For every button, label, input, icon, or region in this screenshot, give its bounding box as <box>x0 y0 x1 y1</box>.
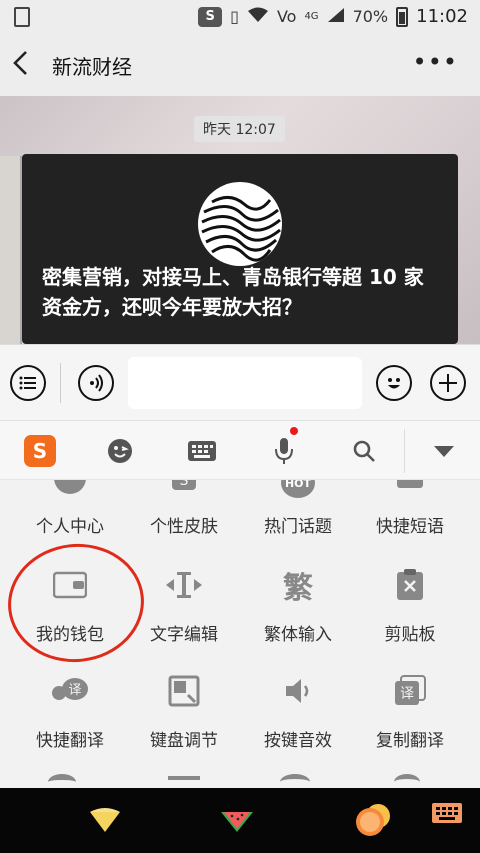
user-icon <box>50 480 90 500</box>
chevron-left-icon[interactable] <box>12 50 28 81</box>
chat-area: 昨天 12:07 密集营销，对接马上、青岛银行等超 10 家资金方，还呗今年要放… <box>0 96 480 344</box>
svg-text:译: 译 <box>68 683 81 698</box>
card-logo-icon <box>198 182 282 266</box>
emoticon-icon[interactable] <box>104 435 136 467</box>
partial-icon <box>280 774 310 788</box>
grid-item-label: 键盘调节 <box>150 731 218 751</box>
grid-item-label: 按键音效 <box>264 731 332 751</box>
collapse-icon[interactable] <box>428 435 460 467</box>
svg-text:译: 译 <box>400 686 414 702</box>
volte-label: Vo <box>276 7 297 26</box>
bottom-bar <box>0 788 480 853</box>
cake-slice-icon[interactable] <box>88 802 122 836</box>
keyboard-switch-icon[interactable] <box>432 802 466 836</box>
chat-header: 新流财经 ••• <box>0 34 480 94</box>
grid-item-label: 文字编辑 <box>150 625 218 645</box>
chat-title: 新流财经 <box>52 55 132 79</box>
speaker-icon <box>278 674 318 708</box>
emoji-icon[interactable] <box>376 365 412 401</box>
clipboard-icon <box>390 568 430 602</box>
network-app-icon: S <box>198 6 223 27</box>
partial-icon <box>394 774 420 788</box>
signal-icon <box>327 7 345 27</box>
battery-icon <box>396 6 409 27</box>
svg-text:S: S <box>180 480 189 489</box>
translate-bubble-icon: 译 <box>50 674 90 708</box>
mic-notification-dot <box>290 427 298 435</box>
skin-icon: S <box>164 480 204 500</box>
partial-icon <box>48 774 76 788</box>
grid-item-label: 剪贴板 <box>384 625 436 645</box>
keyboard-icon[interactable] <box>186 435 218 467</box>
background-building <box>0 156 22 344</box>
grid-item-label: 复制翻译 <box>376 731 444 751</box>
more-dots-icon[interactable]: ••• <box>413 48 458 76</box>
traditional-chinese-icon: 繁 <box>283 571 313 606</box>
phrase-icon <box>390 480 430 500</box>
status-bar: S ▯ Vo 4G 70% 11:02 <box>0 0 480 34</box>
network-gen-label: 4G <box>304 11 319 22</box>
mic-icon[interactable] <box>268 435 300 467</box>
battery-percent: 70% <box>352 7 389 26</box>
article-card[interactable]: 密集营销，对接马上、青岛银行等超 10 家资金方，还呗今年要放大招？ <box>22 154 458 344</box>
grid-item-label: 个人中心 <box>36 517 104 537</box>
article-title: 密集营销，对接马上、青岛银行等超 10 家资金方，还呗今年要放大招？ <box>42 265 424 319</box>
watermelon-icon[interactable] <box>220 802 254 836</box>
grid-item-label: 个性皮肤 <box>150 517 218 537</box>
sim-card-icon <box>14 7 30 27</box>
message-input[interactable] <box>128 357 362 409</box>
toolbar-separator <box>404 429 405 473</box>
grid-item-label: 快捷短语 <box>376 517 444 537</box>
partial-icon <box>168 776 200 788</box>
resize-icon <box>164 674 204 708</box>
sogou-logo-icon[interactable]: S <box>24 435 56 467</box>
plus-icon[interactable] <box>430 365 466 401</box>
list-icon[interactable] <box>10 365 46 401</box>
hot-icon: HOT <box>278 480 318 500</box>
search-icon[interactable] <box>348 435 380 467</box>
ime-toolbar: S <box>0 420 480 480</box>
vibrate-icon: ▯ <box>230 7 239 26</box>
wifi-icon <box>247 7 269 27</box>
copy-translate-icon: 译 <box>390 674 430 708</box>
text-cursor-icon <box>164 568 204 602</box>
grid-item-label: 快捷翻译 <box>36 731 104 751</box>
grid-item-label: 繁体输入 <box>264 625 332 645</box>
voice-icon[interactable] <box>78 365 114 401</box>
message-timestamp: 昨天 12:07 <box>194 116 285 142</box>
grid-item-label: 热门话题 <box>264 517 332 537</box>
clock: 11:02 <box>416 6 468 27</box>
input-separator <box>60 363 61 403</box>
orange-icon[interactable] <box>354 802 394 836</box>
input-bar <box>0 344 480 420</box>
